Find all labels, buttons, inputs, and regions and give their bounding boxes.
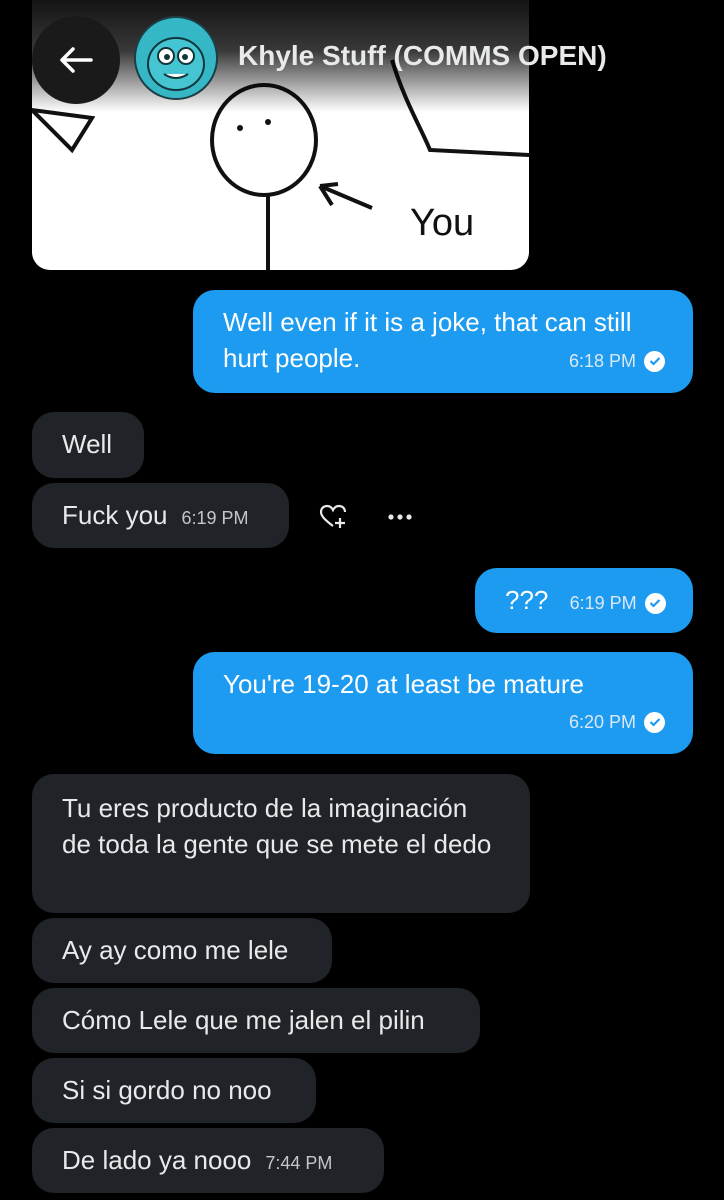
react-button[interactable] (314, 500, 354, 534)
message-bubble[interactable]: Si si gordo no noo (32, 1058, 316, 1123)
message-bubble[interactable]: Ay ay como me lele (32, 918, 332, 983)
message-bubble[interactable]: De lado ya nooo 7:44 PM (32, 1128, 384, 1193)
message-text: ??? (505, 585, 549, 615)
message-text: Ay ay como me lele (62, 935, 289, 965)
more-button[interactable] (380, 500, 420, 534)
message-bubble[interactable]: Tu eres producto de la imaginación de to… (32, 774, 530, 913)
message-text: You're 19-20 at least be mature (223, 669, 585, 699)
message-text: Tu eres producto de la imaginación de to… (62, 793, 492, 859)
message-text: Fuck you (62, 500, 168, 530)
message-timestamp: 6:19 PM (570, 585, 666, 621)
heart-plus-icon (319, 504, 347, 528)
message-bubble[interactable]: Well (32, 412, 144, 478)
read-check-icon (644, 592, 666, 614)
conversation-title[interactable]: Khyle Stuff (COMMS OPEN) (238, 40, 607, 72)
read-check-icon (644, 711, 665, 733)
message-bubble[interactable]: Well even if it is a joke, that can stil… (193, 290, 693, 393)
avatar[interactable] (134, 16, 218, 100)
conversation-header: Khyle Stuff (COMMS OPEN) (0, 0, 724, 112)
message-text: De lado ya nooo (62, 1145, 252, 1175)
message-bubble[interactable]: ??? 6:19 PM (475, 568, 693, 633)
avatar-cartoon-icon (136, 18, 216, 98)
message-timestamp: 7:44 PM (265, 1153, 333, 1173)
message-timestamp: 6:18 PM (569, 343, 665, 379)
back-button[interactable] (32, 16, 120, 104)
image-caption-text: You (410, 202, 475, 244)
arrow-left-icon (60, 47, 93, 73)
message-text: Well (62, 429, 113, 459)
more-dots-icon (388, 514, 412, 520)
read-check-icon (644, 350, 665, 372)
message-timestamp: 6:19 PM (181, 508, 249, 528)
message-timestamp: 6:20 PM (569, 704, 665, 740)
message-bubble[interactable]: You're 19-20 at least be mature 6:20 PM (193, 652, 693, 754)
message-bubble[interactable]: Cómo Lele que me jalen el pilin (32, 988, 480, 1053)
message-bubble[interactable]: Fuck you 6:19 PM (32, 483, 289, 548)
message-text: Si si gordo no noo (62, 1075, 272, 1105)
message-text: Cómo Lele que me jalen el pilin (62, 1005, 425, 1035)
